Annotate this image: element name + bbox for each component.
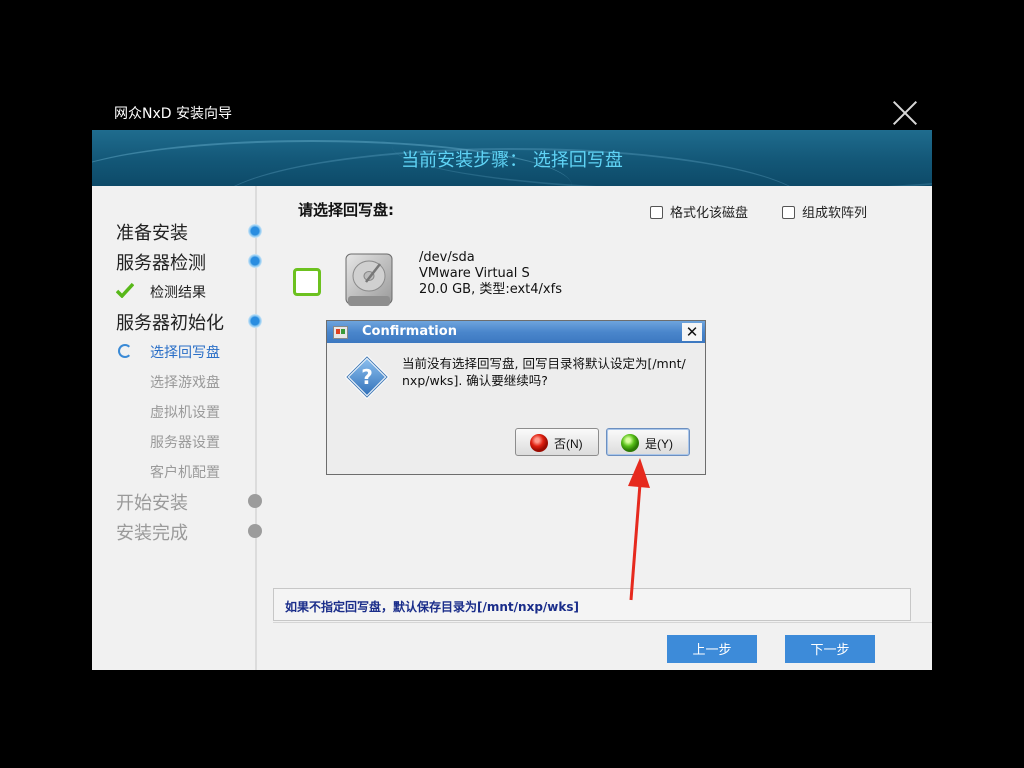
step-done-icon bbox=[248, 254, 262, 268]
dialog-title: Confirmation bbox=[362, 324, 457, 339]
step-pending-icon bbox=[248, 494, 262, 508]
no-button[interactable]: 否(N) bbox=[515, 428, 599, 456]
yes-button[interactable]: 是(Y) bbox=[606, 428, 690, 456]
window-title: 网众NxD 安装向导 bbox=[114, 106, 232, 122]
no-icon bbox=[530, 434, 548, 452]
no-label: 否(N) bbox=[554, 437, 583, 451]
yes-icon bbox=[621, 434, 639, 452]
hint-text: 如果不指定回写盘，默认保存目录为[/mnt/nxp/wks] bbox=[285, 600, 579, 614]
bottom-divider bbox=[273, 622, 932, 623]
sidebar-step-install-done: 安装完成 bbox=[116, 523, 188, 544]
sidebar-step-start-install: 开始安装 bbox=[116, 493, 188, 514]
disk-device: /dev/sda bbox=[419, 250, 475, 265]
close-icon[interactable] bbox=[892, 100, 918, 126]
format-disk-checkbox[interactable]: 格式化该磁盘 bbox=[650, 202, 748, 221]
dialog-message: 当前没有选择回写盘, 回写目录将默认设定为[/mnt/ nxp/wks]. 确认… bbox=[402, 355, 697, 389]
soft-raid-checkbox[interactable]: 组成软阵列 bbox=[782, 202, 867, 221]
prev-step-button[interactable]: 上一步 bbox=[667, 635, 757, 663]
checkmark-icon bbox=[116, 282, 134, 298]
hint-box: 如果不指定回写盘，默认保存目录为[/mnt/nxp/wks] bbox=[273, 588, 911, 621]
spinner-icon bbox=[118, 344, 132, 358]
disk-select-checkbox[interactable] bbox=[293, 268, 321, 296]
confirmation-dialog: Confirmation ✕ ? 当前没有选择回写盘, 回写目录将默认设定为[/… bbox=[326, 320, 706, 475]
disk-info: /dev/sda VMware Virtual S 20.0 GB, 类型:ex… bbox=[419, 250, 562, 298]
checkbox-icon[interactable] bbox=[782, 206, 795, 219]
next-step-button[interactable]: 下一步 bbox=[785, 635, 875, 663]
app-icon bbox=[333, 326, 348, 339]
checkbox-icon[interactable] bbox=[650, 206, 663, 219]
sidebar-substep-writeback-disk: 选择回写盘 bbox=[150, 345, 220, 361]
step-pending-icon bbox=[248, 524, 262, 538]
hard-disk-icon bbox=[345, 253, 393, 306]
sidebar-substep-check-result: 检测结果 bbox=[150, 285, 206, 301]
format-disk-label: 格式化该磁盘 bbox=[670, 206, 749, 221]
sidebar-step-prepare: 准备安装 bbox=[116, 223, 188, 244]
sidebar-step-server-init: 服务器初始化 bbox=[116, 313, 224, 334]
dialog-close-button[interactable]: ✕ bbox=[682, 323, 702, 341]
question-icon: ? bbox=[345, 355, 389, 399]
yes-label: 是(Y) bbox=[645, 437, 673, 451]
sidebar-substep-game-disk: 选择游戏盘 bbox=[150, 375, 220, 391]
sidebar-substep-vm-settings: 虚拟机设置 bbox=[150, 405, 220, 421]
sidebar-substep-client-config: 客户机配置 bbox=[150, 465, 220, 481]
step-active-icon bbox=[248, 314, 262, 328]
sidebar-substep-server-settings: 服务器设置 bbox=[150, 435, 220, 451]
step-banner: 当前安装步骤： 选择回写盘 bbox=[92, 130, 932, 186]
dialog-message-line2: nxp/wks]. 确认要继续吗? bbox=[402, 373, 548, 388]
step-done-icon bbox=[248, 224, 262, 238]
dialog-message-line1: 当前没有选择回写盘, 回写目录将默认设定为[/mnt/ bbox=[402, 356, 686, 371]
soft-raid-label: 组成软阵列 bbox=[802, 206, 868, 221]
svg-text:?: ? bbox=[361, 365, 373, 389]
select-disk-title: 请选择回写盘: bbox=[298, 201, 394, 219]
dialog-titlebar[interactable]: Confirmation ✕ bbox=[327, 321, 705, 343]
current-step-text: 当前安装步骤： 选择回写盘 bbox=[401, 150, 623, 171]
disk-model: VMware Virtual S bbox=[419, 266, 530, 281]
disk-size-type: 20.0 GB, 类型:ext4/xfs bbox=[419, 282, 562, 297]
sidebar-step-server-check: 服务器检测 bbox=[116, 253, 206, 274]
